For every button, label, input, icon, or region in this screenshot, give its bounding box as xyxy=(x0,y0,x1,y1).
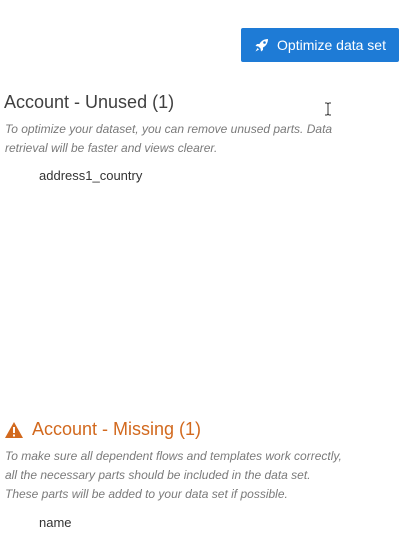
missing-field-item[interactable]: name xyxy=(39,515,72,530)
text-cursor-icon xyxy=(325,102,331,116)
warning-icon xyxy=(4,421,24,439)
unused-section-description: To optimize your dataset, you can remove… xyxy=(5,120,370,158)
missing-description-line: These parts will be added to your data s… xyxy=(5,487,288,501)
missing-description-line: all the necessary parts should be includ… xyxy=(5,468,311,482)
unused-description-line: To optimize your dataset, you can remove… xyxy=(5,122,333,136)
optimize-data-set-button[interactable]: Optimize data set xyxy=(241,28,399,62)
missing-section-description: To make sure all dependent flows and tem… xyxy=(5,447,370,504)
unused-field-item[interactable]: address1_country xyxy=(39,168,142,183)
unused-description-line: retrieval will be faster and views clear… xyxy=(5,141,218,155)
unused-section-title: Account - Unused (1) xyxy=(4,92,175,112)
missing-section-title-text: Account - Missing (1) xyxy=(32,419,202,439)
rocket-icon xyxy=(254,37,270,53)
missing-section-title: Account - Missing (1) xyxy=(4,419,201,440)
optimize-button-label: Optimize data set xyxy=(277,37,386,53)
missing-description-line: To make sure all dependent flows and tem… xyxy=(5,449,342,463)
